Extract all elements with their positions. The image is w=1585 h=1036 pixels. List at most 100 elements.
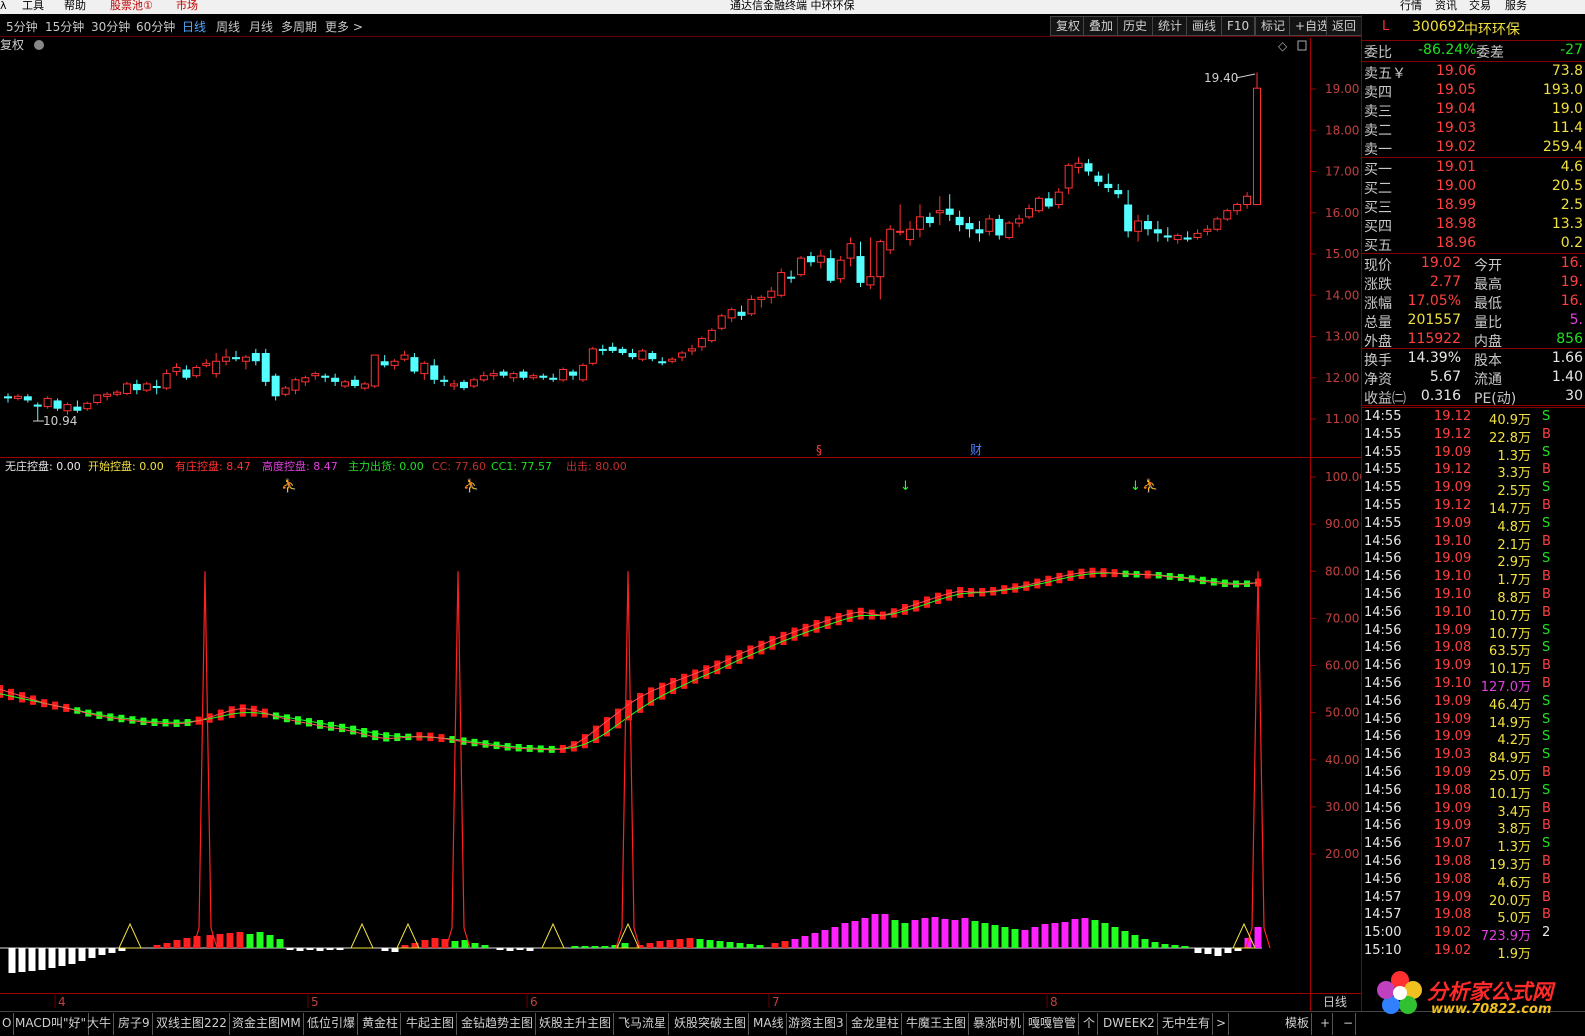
formula-tab[interactable]: 个 bbox=[1081, 1013, 1099, 1035]
tick-row[interactable]: 14:55 19.12 3.3万 B bbox=[1362, 461, 1585, 481]
formula-tab[interactable]: 大牛 bbox=[85, 1013, 115, 1035]
formula-tab[interactable]: 牛起主图 bbox=[404, 1013, 458, 1035]
formula-tab[interactable]: 模板 bbox=[1283, 1013, 1313, 1035]
period-tab[interactable]: 日线 bbox=[182, 18, 206, 35]
tick-row[interactable]: 14:56 19.09 2.9万 S bbox=[1362, 550, 1585, 570]
ask-row[interactable]: 卖三 19.04 19.0 bbox=[1362, 100, 1585, 120]
stock-name[interactable]: 中环环保 bbox=[1464, 19, 1520, 39]
period-tab[interactable]: 5分钟 bbox=[6, 18, 38, 35]
toolbar-button[interactable]: F10 bbox=[1221, 16, 1256, 36]
tick-row[interactable]: 15:00 19.02 723.9万 2 bbox=[1362, 924, 1585, 944]
menu-item[interactable]: λ bbox=[0, 0, 7, 12]
formula-tab[interactable]: 低位引爆 bbox=[305, 1013, 359, 1035]
tick-row[interactable]: 14:55 19.12 22.8万 B bbox=[1362, 426, 1585, 446]
toolbar-button[interactable]: 复权 bbox=[1050, 16, 1087, 36]
toolbar-button[interactable]: 历史 bbox=[1117, 16, 1154, 36]
diamond-icon[interactable]: ◇ bbox=[1278, 39, 1288, 53]
bid-row[interactable]: 买一 19.01 4.6 bbox=[1362, 158, 1585, 178]
tick-row[interactable]: 14:56 19.09 25.0万 B bbox=[1362, 764, 1585, 784]
ask-row[interactable]: 卖五￥ 19.06 73.8 bbox=[1362, 62, 1585, 82]
tick-row[interactable]: 14:56 19.09 14.9万 S bbox=[1362, 711, 1585, 731]
menu-item[interactable]: 市场 bbox=[176, 0, 198, 12]
tick-row[interactable]: 14:55 19.09 1.3万 S bbox=[1362, 444, 1585, 464]
tick-row[interactable]: 14:56 19.10 127.0万 B bbox=[1362, 675, 1585, 695]
formula-tab[interactable]: 暴涨时机 bbox=[971, 1013, 1025, 1035]
formula-tab[interactable]: 妖股突破主图 bbox=[672, 1013, 750, 1035]
tick-row[interactable]: 14:56 19.08 63.5万 S bbox=[1362, 639, 1585, 659]
formula-tab[interactable]: + bbox=[1318, 1013, 1334, 1035]
bid-row[interactable]: 买四 18.98 13.3 bbox=[1362, 215, 1585, 235]
period-tab[interactable]: 60分钟 bbox=[136, 18, 175, 35]
formula-tab[interactable]: MA线 bbox=[751, 1013, 787, 1035]
bid-row[interactable]: 买三 18.99 2.5 bbox=[1362, 196, 1585, 216]
toolbar-button[interactable]: 画线 bbox=[1186, 16, 1223, 36]
window-icon[interactable] bbox=[1297, 40, 1307, 51]
tick-row[interactable]: 14:55 19.12 40.9万 S bbox=[1362, 408, 1585, 428]
formula-tab[interactable]: 游资主图3 bbox=[786, 1013, 847, 1035]
tick-row[interactable]: 14:57 19.09 20.0万 B bbox=[1362, 889, 1585, 909]
tick-row[interactable]: 14:56 19.09 10.1万 B bbox=[1362, 657, 1585, 677]
formula-tab[interactable]: MACD叫"好" bbox=[13, 1013, 90, 1035]
stock-code[interactable]: 300692 bbox=[1412, 19, 1465, 35]
menu-item[interactable]: 股票池① bbox=[110, 0, 153, 12]
tick-row[interactable]: 14:56 19.09 4.2万 S bbox=[1362, 728, 1585, 748]
tick-list[interactable]: 14:55 19.12 40.9万 S 14:55 19.12 22.8万 B 14:55 19.… bbox=[1362, 407, 1585, 962]
formula-tab[interactable]: 房子9 bbox=[116, 1013, 153, 1035]
menu-item[interactable]: 帮助 bbox=[64, 0, 86, 12]
tick-row[interactable]: 14:56 19.10 10.7万 B bbox=[1362, 604, 1585, 624]
tick-row[interactable]: 14:56 19.10 8.8万 B bbox=[1362, 586, 1585, 606]
formula-tab[interactable]: 无中生有 bbox=[1160, 1013, 1214, 1035]
tick-row[interactable]: 14:55 19.09 2.5万 S bbox=[1362, 479, 1585, 499]
menu-item[interactable]: 工具 bbox=[22, 0, 44, 12]
formula-tab[interactable]: 双线主图222 bbox=[154, 1013, 230, 1035]
formula-tab[interactable]: > bbox=[1214, 1013, 1230, 1035]
toolbar-button[interactable]: 叠加 bbox=[1083, 16, 1120, 36]
tick-row[interactable]: 14:56 19.10 1.7万 B bbox=[1362, 568, 1585, 588]
formula-tab[interactable]: 牛魔王主图 bbox=[904, 1013, 970, 1035]
toolbar-button[interactable]: 返回 bbox=[1326, 16, 1363, 36]
period-tab[interactable]: 30分钟 bbox=[91, 18, 130, 35]
period-tab[interactable]: 15分钟 bbox=[45, 18, 84, 35]
tick-row[interactable]: 15:10 19.02 1.9万 bbox=[1362, 942, 1585, 962]
ask-row[interactable]: 卖二 19.03 11.4 bbox=[1362, 119, 1585, 139]
bid-row[interactable]: 买二 19.00 20.5 bbox=[1362, 177, 1585, 197]
ask-row[interactable]: 卖一 19.02 259.4 bbox=[1362, 138, 1585, 158]
tick-row[interactable]: 14:55 19.12 14.7万 B bbox=[1362, 497, 1585, 517]
tick-row[interactable]: 14:56 19.09 3.8万 B bbox=[1362, 817, 1585, 837]
formula-tab[interactable]: DWEEK2 bbox=[1101, 1013, 1158, 1035]
toolbar-button[interactable]: 标记 bbox=[1255, 16, 1292, 36]
period-tab[interactable]: 多周期 bbox=[281, 18, 317, 35]
menu-item-right[interactable]: 交易 bbox=[1469, 0, 1491, 12]
formula-tab[interactable]: 资金主图MM bbox=[230, 1013, 304, 1035]
tick-row[interactable]: 14:56 19.09 3.4万 B bbox=[1362, 800, 1585, 820]
tick-row[interactable]: 14:56 19.08 4.6万 B bbox=[1362, 871, 1585, 891]
period-tab[interactable]: 周线 bbox=[216, 18, 240, 35]
toolbar-button[interactable]: 统计 bbox=[1152, 16, 1189, 36]
formula-tab[interactable]: − bbox=[1341, 1013, 1357, 1035]
formula-tab[interactable]: 金龙里柱 bbox=[849, 1013, 903, 1035]
ask-row[interactable]: 卖四 19.05 193.0 bbox=[1362, 81, 1585, 101]
event-marker-s[interactable]: § bbox=[816, 443, 822, 457]
menu-item-right[interactable]: 服务 bbox=[1505, 0, 1527, 12]
tick-row[interactable]: 14:56 19.07 1.3万 S bbox=[1362, 835, 1585, 855]
tick-row[interactable]: 14:55 19.09 4.8万 S bbox=[1362, 515, 1585, 535]
tick-row[interactable]: 14:57 19.08 5.0万 B bbox=[1362, 906, 1585, 926]
chart-area[interactable]: 11.00 12.00 13.00 14.00 15.00 16.00 17.00 18.00… bbox=[0, 38, 1361, 1011]
period-indicator[interactable]: 日线 bbox=[1323, 995, 1347, 1009]
dropdown-icon[interactable] bbox=[34, 40, 44, 50]
menu-item-right[interactable]: 资讯 bbox=[1435, 0, 1457, 12]
bid-row[interactable]: 买五 18.96 0.2 bbox=[1362, 234, 1585, 254]
tick-row[interactable]: 14:56 19.08 19.3万 B bbox=[1362, 853, 1585, 873]
period-tab[interactable]: 更多 > bbox=[325, 18, 363, 35]
formula-tab[interactable]: 妖股主升主图 bbox=[537, 1013, 615, 1035]
formula-tab[interactable]: 嘎嘎管管 bbox=[1026, 1013, 1080, 1035]
tick-row[interactable]: 14:56 19.03 84.9万 S bbox=[1362, 746, 1585, 766]
tick-row[interactable]: 14:56 19.09 46.4万 S bbox=[1362, 693, 1585, 713]
tick-row[interactable]: 14:56 19.09 10.7万 S bbox=[1362, 622, 1585, 642]
finance-marker[interactable]: 财 bbox=[970, 443, 982, 457]
menu-item-right[interactable]: 行情 bbox=[1400, 0, 1422, 12]
formula-tab[interactable]: 黄金柱 bbox=[360, 1013, 402, 1035]
tick-row[interactable]: 14:56 19.10 2.1万 B bbox=[1362, 533, 1585, 553]
formula-tab[interactable]: 金钻趋势主图 bbox=[459, 1013, 537, 1035]
formula-tab[interactable]: 飞马流星 bbox=[616, 1013, 670, 1035]
